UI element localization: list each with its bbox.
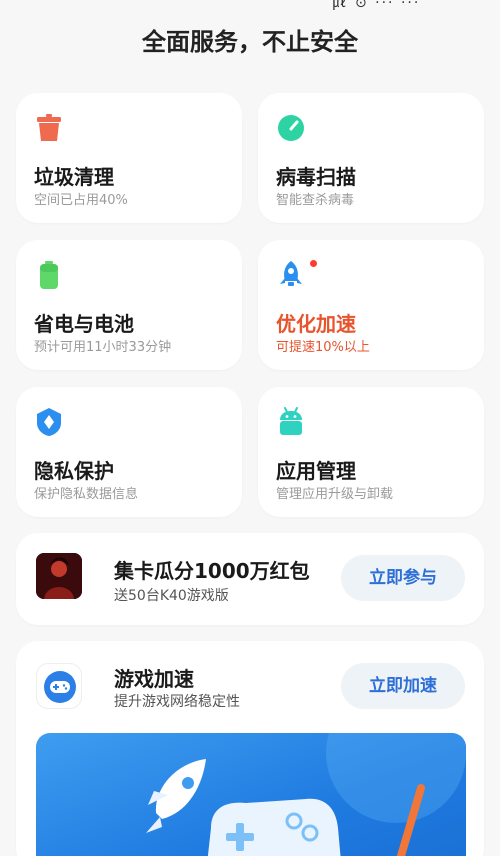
rocket-illustration [146,759,206,833]
gamepad-illustration [207,798,341,856]
status-bar-fragment: ㎕ ⊙ ··· ··· ⁀ [332,0,440,11]
rocket-icon [276,260,306,290]
tile-subtitle: 管理应用升级与卸载 [276,487,394,502]
battery-icon [34,260,64,290]
tile-title: 应用管理 [276,459,356,483]
tile-subtitle: 预计可用11小时33分钟 [34,340,172,355]
tile-title: 垃圾清理 [34,165,114,189]
shield-icon [34,407,64,437]
tile-title: 病毒扫描 [276,165,356,189]
game-boost-card[interactable]: 游戏加速 提升游戏网络稳定性 立即加速 [16,641,484,856]
join-now-button[interactable]: 立即参与 [341,555,465,601]
android-icon [276,407,306,437]
game-boost-banner [36,733,466,856]
tile-app-manager[interactable]: 应用管理 管理应用升级与卸载 [258,387,484,517]
gauge-icon [276,113,306,143]
gamepad-icon [36,663,82,709]
notification-dot [310,260,317,267]
tile-battery[interactable]: 省电与电池 预计可用11小时33分钟 [16,240,242,370]
promo-game-thumbnail [36,553,82,599]
banner-illustration [146,733,466,856]
trash-icon [34,113,64,143]
promo-card[interactable]: 集卡瓜分1000万红包 送50台K40游戏版 立即参与 [16,533,484,625]
tile-subtitle: 可提速10%以上 [276,340,370,355]
tile-title: 省电与电池 [34,312,134,336]
boost-now-button[interactable]: 立即加速 [341,663,465,709]
promo-title: 集卡瓜分1000万红包 [114,559,310,583]
game-boost-title: 游戏加速 [114,667,194,691]
tile-virus-scan[interactable]: 病毒扫描 智能查杀病毒 [258,93,484,223]
promo-subtitle: 送50台K40游戏版 [114,588,229,604]
tile-subtitle: 智能查杀病毒 [276,193,355,208]
tile-subtitle: 保护隐私数据信息 [34,487,139,502]
tile-title: 隐私保护 [34,459,114,483]
tile-junk-cleanup[interactable]: 垃圾清理 空间已占用40% [16,93,242,223]
tile-title: 优化加速 [276,312,356,336]
tile-privacy[interactable]: 隐私保护 保护隐私数据信息 [16,387,242,517]
game-boost-subtitle: 提升游戏网络稳定性 [114,694,240,710]
tile-subtitle: 空间已占用40% [34,193,128,208]
page-title: 全面服务，不止安全 [142,28,358,56]
tile-optimize-boost[interactable]: 优化加速 可提速10%以上 [258,240,484,370]
